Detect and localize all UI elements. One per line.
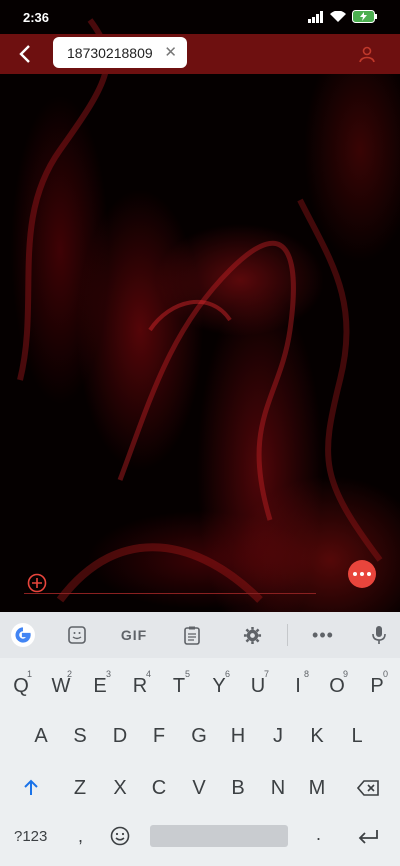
shift-key[interactable]: [13, 769, 49, 807]
key-i[interactable]: 8I: [280, 667, 316, 705]
key-e[interactable]: 3E: [82, 667, 118, 705]
key-u[interactable]: 7U: [240, 667, 276, 705]
emoji-key[interactable]: [102, 817, 138, 855]
key-o[interactable]: 9O: [319, 667, 355, 705]
space-bar[interactable]: [150, 825, 288, 847]
key-p[interactable]: 0P: [359, 667, 395, 705]
gif-button[interactable]: GIF: [118, 624, 150, 646]
key-m[interactable]: M: [299, 769, 335, 807]
more-tools-icon[interactable]: •••: [310, 624, 336, 646]
settings-gear-icon[interactable]: [240, 624, 264, 646]
backspace-key[interactable]: [350, 769, 386, 807]
microphone-icon[interactable]: [368, 624, 390, 646]
key-k[interactable]: K: [299, 717, 335, 755]
symbols-key[interactable]: ?123: [14, 828, 47, 845]
keyboard: GIF ••• 1Q 2W 3E 4R 5T 6Y 7U 8I 9O 0P A …: [0, 612, 400, 866]
back-arrow-icon[interactable]: [15, 43, 37, 65]
key-j[interactable]: J: [260, 717, 296, 755]
comma-key[interactable]: ,: [78, 826, 83, 847]
key-c[interactable]: C: [141, 769, 177, 807]
key-r[interactable]: 4R: [122, 667, 158, 705]
key-x[interactable]: X: [102, 769, 138, 807]
key-f[interactable]: F: [141, 717, 177, 755]
toolbar-divider: [287, 624, 288, 646]
remove-recipient-icon[interactable]: ✕: [164, 43, 177, 61]
emoji-smiley-icon: [110, 826, 130, 846]
wifi-icon: [330, 10, 346, 22]
key-v[interactable]: V: [181, 769, 217, 807]
key-a[interactable]: A: [23, 717, 59, 755]
attach-add-icon[interactable]: [27, 573, 47, 593]
key-h[interactable]: H: [220, 717, 256, 755]
key-g[interactable]: G: [181, 717, 217, 755]
message-input-underline[interactable]: [24, 593, 316, 594]
add-contact-icon[interactable]: [358, 45, 376, 63]
shift-arrow-icon: [24, 779, 38, 795]
keyboard-toolbar: GIF •••: [0, 612, 400, 658]
more-options-button[interactable]: [348, 560, 376, 588]
sticker-icon[interactable]: [65, 624, 89, 646]
battery-charging-icon: [352, 10, 377, 23]
key-z[interactable]: Z: [62, 769, 98, 807]
recipient-chip[interactable]: 18730218809 ✕: [53, 37, 187, 68]
period-key[interactable]: .: [316, 824, 321, 845]
backspace-icon: [357, 780, 379, 796]
status-icons: [308, 10, 378, 23]
key-t[interactable]: 5T: [161, 667, 197, 705]
key-b[interactable]: B: [220, 769, 256, 807]
key-s[interactable]: S: [62, 717, 98, 755]
key-n[interactable]: N: [260, 769, 296, 807]
key-y[interactable]: 6Y: [201, 667, 237, 705]
enter-arrow-icon: [358, 830, 378, 844]
key-d[interactable]: D: [102, 717, 138, 755]
key-q[interactable]: 1Q: [3, 667, 39, 705]
enter-key[interactable]: [350, 817, 386, 855]
clipboard-icon[interactable]: [180, 624, 204, 646]
key-w[interactable]: 2W: [43, 667, 79, 705]
recipient-number: 18730218809: [67, 44, 153, 61]
status-time: 2:36: [23, 10, 50, 25]
google-g-icon[interactable]: [10, 623, 36, 647]
wallpaper-background: [0, 0, 400, 612]
status-bar: 2:36: [0, 0, 400, 34]
signal-icon: [308, 10, 323, 23]
conversation-header: 18730218809 ✕: [0, 34, 400, 74]
key-l[interactable]: L: [339, 717, 375, 755]
